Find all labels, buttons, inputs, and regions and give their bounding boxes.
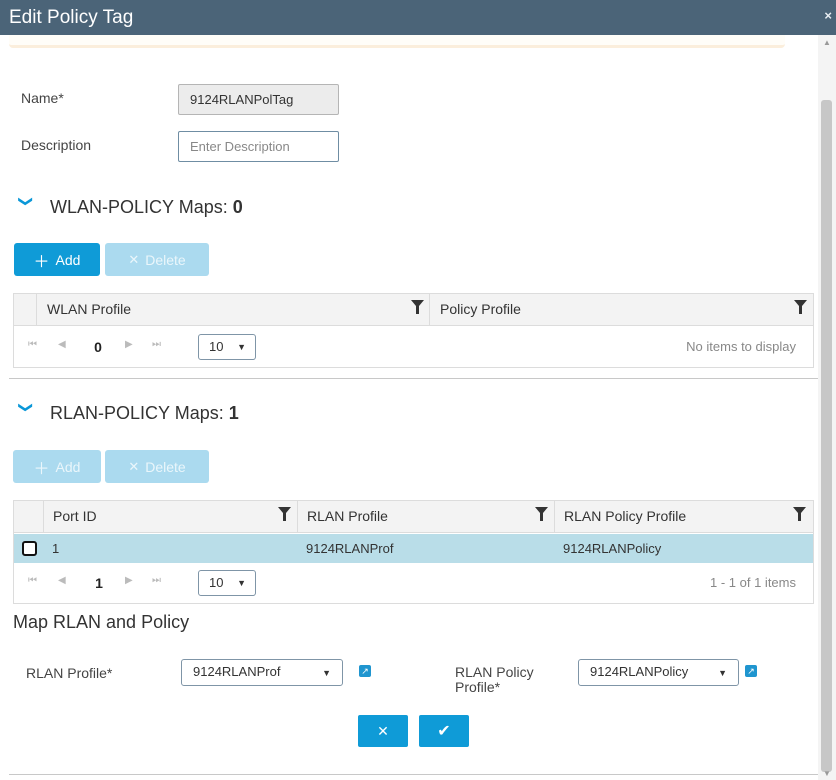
scroll-down-icon[interactable]: ▼	[823, 769, 831, 778]
alert-banner	[9, 35, 785, 48]
rlan-delete-label: Delete	[145, 458, 186, 475]
close-icon: ✕	[377, 722, 389, 739]
close-icon: ✕	[128, 251, 140, 267]
scroll-up-icon[interactable]: ▲	[823, 38, 831, 47]
last-page-icon[interactable]: ⏭	[152, 339, 161, 350]
filter-icon[interactable]	[411, 300, 424, 314]
rlan-pager: ⏮ ◀ 1 ▶ ⏭ 10 ▼ 1 - 1 of 1 items	[14, 563, 813, 603]
external-link-icon[interactable]: ↗	[745, 665, 757, 677]
dialog-titlebar: Edit Policy Tag ×	[0, 0, 836, 35]
table-row[interactable]: 1 9124RLANProf 9124RLANPolicy	[14, 534, 813, 563]
wlan-policy-section-header[interactable]: ❯ WLAN-POLICY Maps: 0	[15, 196, 243, 218]
caret-down-icon: ▼	[718, 668, 727, 678]
rlan-delete-button[interactable]: ✕ Delete	[105, 450, 209, 483]
description-input[interactable]	[178, 131, 339, 162]
caret-down-icon: ▼	[322, 668, 331, 678]
column-label: RLAN Profile	[307, 508, 388, 524]
column-rlan-policy-profile[interactable]: RLAN Policy Profile	[554, 501, 813, 533]
column-rlan-profile[interactable]: RLAN Profile	[297, 501, 554, 533]
prev-page-icon[interactable]: ◀	[58, 339, 66, 350]
wlan-add-label: Add	[55, 251, 81, 268]
next-page-icon[interactable]: ▶	[125, 339, 133, 350]
column-label: RLAN Policy Profile	[564, 508, 687, 524]
filter-icon[interactable]	[794, 300, 807, 314]
rlan-policy-grid: Port ID RLAN Profile RLAN Policy Profile…	[13, 500, 814, 604]
wlan-policy-count: 0	[232, 197, 243, 217]
column-port-id[interactable]: Port ID	[43, 501, 297, 533]
close-icon: ✕	[128, 458, 140, 474]
wlan-policy-grid: WLAN Profile Policy Profile ⏮ ◀ 0 ▶ ⏭ 10…	[13, 293, 814, 368]
grid-header: WLAN Profile Policy Profile	[14, 294, 813, 326]
rlan-profile-value: 9124RLANProf	[193, 664, 281, 679]
filter-icon[interactable]	[793, 507, 806, 521]
rlan-policy-profile-value: 9124RLANPolicy	[590, 664, 689, 679]
rlan-policy-label-line1: RLAN Policy	[455, 664, 534, 680]
grid-header: Port ID RLAN Profile RLAN Policy Profile	[14, 501, 813, 533]
chevron-down-icon[interactable]: ❯	[18, 402, 35, 424]
next-page-icon[interactable]: ▶	[125, 575, 133, 586]
prev-page-icon[interactable]: ◀	[58, 575, 66, 586]
pager-info: No items to display	[686, 339, 796, 354]
rlan-policy-section-header[interactable]: ❯ RLAN-POLICY Maps: 1	[15, 402, 239, 424]
column-policy-profile[interactable]: Policy Profile	[429, 294, 813, 326]
cell-rlan-policy-profile: 9124RLANPolicy	[563, 541, 662, 556]
pager-info: 1 - 1 of 1 items	[710, 575, 796, 590]
column-wlan-profile[interactable]: WLAN Profile	[36, 294, 429, 326]
rlan-policy-count: 1	[228, 403, 239, 423]
wlan-delete-button[interactable]: ✕ Delete	[105, 243, 209, 276]
column-label: Port ID	[53, 508, 97, 524]
wlan-add-button[interactable]: ＋ Add	[14, 243, 100, 276]
caret-down-icon: ▼	[237, 578, 246, 588]
caret-down-icon: ▼	[237, 342, 246, 352]
last-page-icon[interactable]: ⏭	[152, 575, 161, 586]
name-label: Name*	[21, 90, 64, 106]
filter-icon[interactable]	[278, 507, 291, 521]
external-link-icon[interactable]: ↗	[359, 665, 371, 677]
section-divider	[9, 378, 818, 379]
rlan-policy-label-line2: Profile*	[455, 679, 501, 695]
plus-icon: ＋	[33, 253, 50, 271]
description-label: Description	[21, 137, 92, 153]
check-icon: ✔	[437, 723, 451, 740]
rlan-add-label: Add	[55, 458, 81, 475]
first-page-icon[interactable]: ⏮	[28, 339, 37, 350]
wlan-policy-title: WLAN-POLICY Maps:	[50, 197, 228, 217]
current-page[interactable]: 0	[84, 332, 112, 360]
rlan-policy-profile-select[interactable]: 9124RLANPolicy ▼	[578, 659, 739, 686]
first-page-icon[interactable]: ⏮	[28, 575, 37, 586]
footer-divider	[9, 774, 818, 775]
page-size-select[interactable]: 10 ▼	[198, 334, 256, 360]
confirm-map-button[interactable]: ✔	[419, 715, 469, 747]
dialog-title: Edit Policy Tag	[9, 7, 134, 28]
current-page[interactable]: 1	[85, 568, 113, 596]
page-size-value: 10	[209, 575, 224, 590]
cancel-map-button[interactable]: ✕	[358, 715, 408, 747]
rlan-policy-title: RLAN-POLICY Maps:	[50, 403, 224, 423]
wlan-delete-label: Delete	[145, 251, 186, 268]
cell-rlan-profile: 9124RLANProf	[306, 541, 394, 556]
plus-icon: ＋	[33, 460, 50, 478]
chevron-down-icon[interactable]: ❯	[18, 196, 35, 218]
rlan-profile-label: RLAN Profile*	[26, 665, 113, 681]
grid-select-column	[14, 501, 43, 533]
name-field[interactable]	[178, 84, 339, 115]
grid-select-column	[14, 294, 36, 326]
rlan-add-button[interactable]: ＋ Add	[13, 450, 101, 483]
cell-port-id: 1	[52, 541, 60, 556]
page-size-select[interactable]: 10 ▼	[198, 570, 256, 596]
scrollbar-thumb[interactable]	[821, 100, 832, 772]
column-label: WLAN Profile	[47, 301, 132, 317]
rlan-profile-select[interactable]: 9124RLANProf ▼	[181, 659, 343, 686]
filter-icon[interactable]	[535, 507, 548, 521]
wlan-pager: ⏮ ◀ 0 ▶ ⏭ 10 ▼ No items to display	[14, 327, 813, 367]
close-icon[interactable]: ×	[824, 8, 832, 23]
map-rlan-policy-title: Map RLAN and Policy	[13, 612, 190, 632]
page-size-value: 10	[209, 339, 224, 354]
rlan-policy-profile-label: RLAN Policy Profile*	[455, 665, 534, 695]
column-label: Policy Profile	[440, 301, 521, 317]
row-checkbox[interactable]	[22, 541, 37, 556]
